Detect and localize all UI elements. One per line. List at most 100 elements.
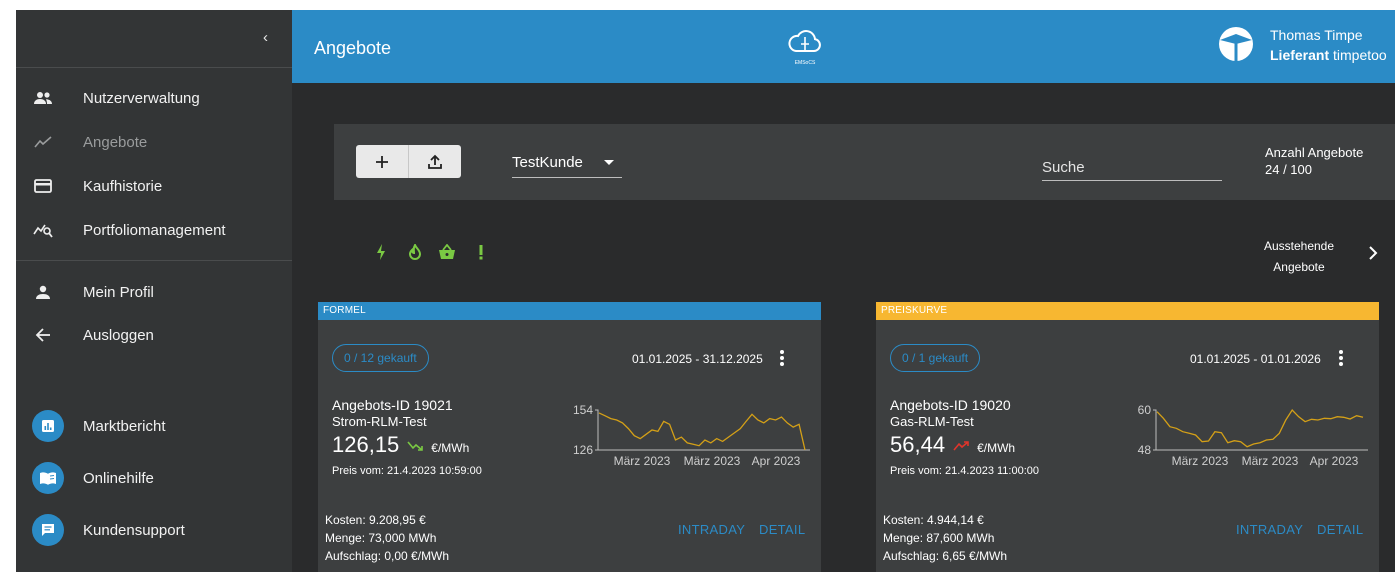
price-value: 56,44 [890, 432, 946, 457]
collapse-sidebar-button[interactable]: ‹ [263, 29, 268, 46]
search-field [1042, 151, 1222, 181]
user-company: timpetoo [1329, 47, 1387, 63]
offer-count-label: Anzahl Angebote [1265, 145, 1364, 160]
report-icon [32, 410, 64, 442]
user-name: Thomas Timpe [1270, 27, 1363, 43]
cloud-logo-icon [788, 30, 821, 52]
chart-x-tick-label: Apr 2023 [752, 454, 801, 468]
sidebar-item-label: Angebote [83, 133, 148, 151]
sidebar-item-label: Nutzerverwaltung [83, 89, 200, 107]
book-icon [32, 462, 64, 494]
chart-y-tick-label: 48 [1138, 443, 1152, 457]
detail-button[interactable]: DETAIL [759, 522, 805, 537]
price-date: Preis vom: 21.4.2023 10:59:00 [332, 465, 482, 477]
add-offer-button[interactable] [356, 145, 408, 178]
sidebar-item-marktbericht[interactable]: Marktbericht [16, 406, 292, 446]
pending-offers-link[interactable]: Ausstehende Angebote [1254, 236, 1344, 278]
chart-axis [595, 409, 810, 451]
offer-card: FORMEL 0 / 12 gekauft 01.01.2025 - 31.12… [318, 302, 821, 572]
chart-x-tick-label: März 2023 [1172, 454, 1229, 468]
more-options-icon[interactable] [1334, 348, 1348, 368]
date-range: 01.01.2025 - 31.12.2025 [632, 352, 763, 366]
sidebar-item-kaufhistorie[interactable]: Kaufhistorie [16, 166, 292, 206]
pending-offers-line2: Angebote [1273, 260, 1325, 274]
offer-id: Angebots-ID 19020 [890, 397, 1011, 413]
sidebar-item-nutzerverwaltung[interactable]: Nutzerverwaltung [16, 78, 292, 118]
sidebar-item-label: Mein Profil [83, 283, 154, 301]
chart-axis [1153, 409, 1368, 451]
offer-count-value: 24 / 100 [1265, 162, 1312, 177]
main-content: Angebote EMSoCS Thomas Timpe Lieferant t… [292, 10, 1395, 572]
app-header: Angebote EMSoCS Thomas Timpe Lieferant t… [292, 10, 1395, 83]
sidebar-item-portfoliomanagement[interactable]: Portfoliomanagement [16, 210, 292, 250]
price-chart: 60 48 März 2023 März 2023 Apr 2023 [1138, 403, 1368, 468]
price-unit: €/MWh [977, 441, 1016, 455]
sidebar-item-kundensupport[interactable]: Kundensupport [16, 510, 292, 550]
flame-icon[interactable] [404, 241, 426, 263]
price-chart: 154 126 März 2023 März 2023 Apr 2023 [573, 403, 810, 468]
chart-x-tick-label: März 2023 [614, 454, 671, 468]
sidebar-item-mein-profil[interactable]: Mein Profil [16, 272, 292, 312]
surcharge: Aufschlag: 6,65 €/MWh [883, 549, 1008, 563]
credit-card-icon [32, 175, 54, 197]
more-options-icon[interactable] [775, 348, 789, 368]
upload-button[interactable] [408, 145, 460, 178]
chart-series-line [598, 412, 806, 451]
sidebar-divider [16, 260, 292, 261]
price-row: 56,44 €/MWh [890, 432, 1015, 462]
chart-y-tick-label: 60 [1138, 403, 1152, 417]
chart-y-tick-label: 126 [573, 443, 593, 457]
person-icon [32, 281, 54, 303]
lightning-icon[interactable] [370, 241, 392, 263]
purchased-pill[interactable]: 0 / 12 gekauft [332, 344, 429, 372]
page-title: Angebote [314, 38, 392, 58]
price-value: 126,15 [332, 432, 400, 457]
purchased-pill[interactable]: 0 / 1 gekauft [890, 344, 981, 372]
trend-down-icon [407, 441, 424, 451]
intraday-button[interactable]: INTRADAY [678, 522, 745, 537]
quantity: Menge: 87,600 MWh [883, 531, 995, 545]
sidebar-item-label: Kundensupport [83, 521, 185, 539]
offer-id: Angebots-ID 19021 [332, 397, 453, 413]
offer-product: Gas-RLM-Test [890, 414, 974, 429]
sidebar: ‹ Nutzerverwaltung Angebote Kaufhistorie… [16, 10, 292, 572]
sidebar-item-label: Onlinehilfe [83, 469, 154, 487]
cost: Kosten: 9.208,95 € [325, 513, 426, 527]
arrow-left-icon [32, 324, 54, 346]
chart-search-icon [32, 219, 54, 241]
offer-card: PREISKURVE 0 / 1 gekauft 01.01.2025 - 01… [876, 302, 1379, 572]
detail-button[interactable]: DETAIL [1317, 522, 1363, 537]
sidebar-item-label: Marktbericht [83, 417, 166, 435]
company-logo-icon [1219, 27, 1253, 61]
exclamation-icon[interactable] [470, 241, 492, 263]
sidebar-item-ausloggen[interactable]: Ausloggen [16, 315, 292, 355]
chart-x-tick-label: Apr 2023 [1310, 454, 1359, 468]
avatar[interactable] [1218, 26, 1254, 62]
users-icon [32, 87, 54, 109]
sidebar-item-angebote[interactable]: Angebote [16, 122, 292, 162]
chart-x-tick-label: März 2023 [684, 454, 741, 468]
offer-product: Strom-RLM-Test [332, 414, 427, 429]
trend-up-icon [953, 441, 969, 451]
chart-y-tick-label: 154 [573, 403, 593, 417]
sidebar-header: ‹ [16, 10, 292, 68]
basket-icon[interactable] [436, 241, 458, 263]
sidebar-item-onlinehilfe[interactable]: Onlinehilfe [16, 458, 292, 498]
sidebar-item-label: Ausloggen [83, 326, 154, 344]
card-type-label: PREISKURVE [876, 302, 1379, 320]
sidebar-item-label: Portfoliomanagement [83, 221, 226, 239]
pending-offers-line1: Ausstehende [1263, 239, 1335, 253]
search-input[interactable] [1042, 151, 1222, 179]
chart-x-tick-label: März 2023 [1242, 454, 1299, 468]
offer-toolbar: TestKunde Anzahl Angebote 24 / 100 [334, 124, 1395, 200]
chevron-right-icon[interactable] [1366, 246, 1380, 260]
customer-select[interactable]: TestKunde [512, 151, 622, 178]
price-date: Preis vom: 21.4.2023 11:00:00 [890, 465, 1040, 477]
price-row: 126,15 €/MWh [332, 432, 469, 462]
trend-icon [32, 131, 54, 153]
card-type-label: FORMEL [318, 302, 821, 320]
customer-select-value: TestKunde [512, 154, 583, 171]
upload-icon [427, 154, 442, 169]
plus-icon [376, 155, 388, 168]
intraday-button[interactable]: INTRADAY [1236, 522, 1303, 537]
